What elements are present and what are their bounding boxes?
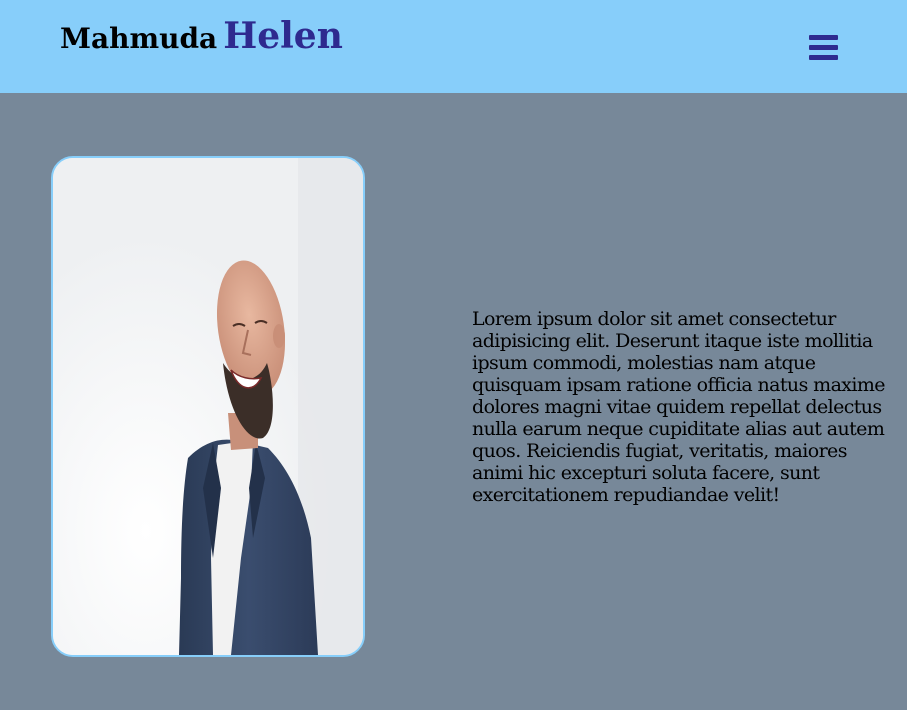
site-header: Mahmuda Helen (0, 0, 907, 93)
bio-paragraph: Lorem ipsum dolor sit amet consectetur a… (472, 308, 886, 506)
menu-bar-middle (809, 45, 838, 50)
menu-bar-top (809, 35, 838, 40)
profile-photo (51, 156, 365, 657)
hamburger-menu-icon[interactable] (809, 35, 838, 61)
brand-last-name: Helen (223, 15, 343, 57)
profile-photo-illustration (53, 158, 363, 655)
brand-first-name: Mahmuda (60, 22, 218, 55)
brand-logo[interactable]: Mahmuda Helen (60, 18, 343, 54)
menu-bar-bottom (809, 55, 838, 60)
